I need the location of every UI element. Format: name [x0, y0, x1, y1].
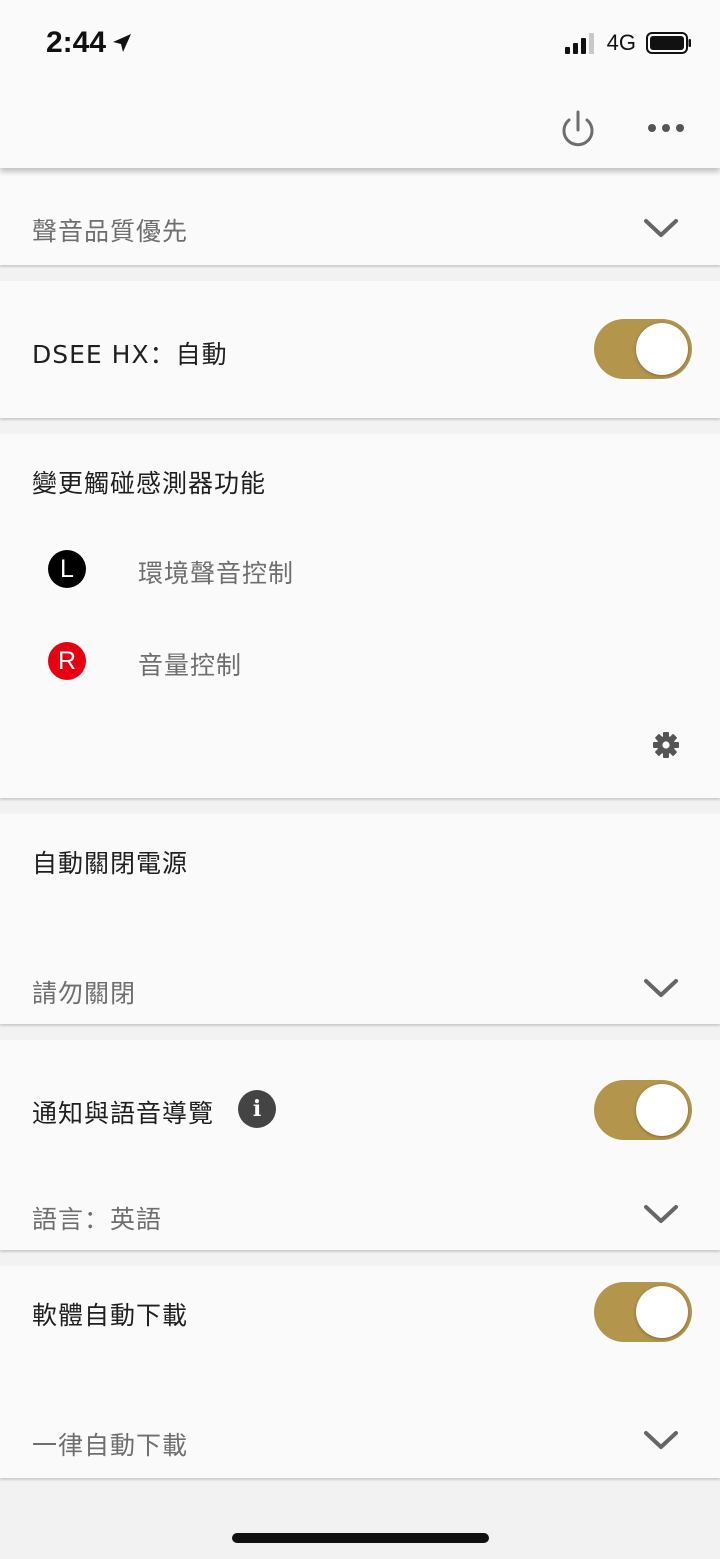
more-dots-icon[interactable] — [646, 116, 686, 140]
software-download-toggle[interactable] — [594, 1282, 692, 1342]
dsee-label: DSEE HX：自動 — [32, 340, 228, 369]
toggle-knob — [636, 323, 688, 375]
top-toolbar — [0, 90, 720, 168]
software-download-value[interactable]: 一律自動下載 — [32, 1426, 188, 1462]
info-icon[interactable]: i — [238, 1090, 276, 1128]
sound-quality-row[interactable]: 聲音品質優先 — [0, 168, 720, 265]
left-function-label: 環境聲音控制 — [138, 559, 295, 588]
power-icon[interactable] — [556, 108, 600, 152]
left-badge: L — [48, 550, 86, 588]
gear-icon[interactable] — [652, 731, 680, 759]
notification-title: 通知與語音導覽 — [32, 1099, 215, 1128]
toggle-knob — [636, 1084, 688, 1136]
time-text: 2:44 — [46, 26, 107, 59]
language-value[interactable]: 語言：英語 — [32, 1200, 162, 1236]
status-bar: 2:44 4G — [0, 0, 720, 90]
chevron-down-icon[interactable] — [642, 1428, 680, 1452]
status-indicators: 4G — [564, 30, 692, 56]
right-function-label: 音量控制 — [138, 651, 243, 680]
dsee-row: DSEE HX：自動 — [0, 281, 720, 418]
battery-icon — [646, 32, 691, 54]
auto-power-off-title: 自動關閉電源 — [32, 849, 189, 878]
chevron-down-icon[interactable] — [642, 216, 680, 240]
software-download-title: 軟體自動下載 — [32, 1301, 189, 1330]
touch-sensor-card: 變更觸碰感測器功能 L 環境聲音控制 R 音量控制 — [0, 434, 720, 798]
software-download-card: 軟體自動下載 一律自動下載 — [0, 1266, 720, 1478]
auto-power-off-card: 自動關閉電源 請勿關閉 — [0, 814, 720, 1024]
signal-bars-icon — [564, 33, 594, 54]
auto-power-off-value[interactable]: 請勿關閉 — [32, 974, 136, 1010]
chevron-down-icon[interactable] — [642, 976, 680, 1000]
dsee-toggle[interactable] — [594, 319, 692, 379]
right-badge: R — [48, 642, 86, 680]
carrier-label: 4G — [606, 30, 636, 55]
touch-sensor-title: 變更觸碰感測器功能 — [32, 469, 267, 498]
sound-quality-value: 聲音品質優先 — [32, 217, 189, 246]
toggle-knob — [636, 1286, 688, 1338]
notification-card: 通知與語音導覽 i 語言：英語 — [0, 1040, 720, 1250]
home-indicator[interactable] — [232, 1533, 489, 1543]
location-arrow-icon — [113, 34, 132, 52]
status-time: 2:44 — [46, 26, 132, 60]
notification-toggle[interactable] — [594, 1080, 692, 1140]
chevron-down-icon[interactable] — [642, 1202, 680, 1226]
